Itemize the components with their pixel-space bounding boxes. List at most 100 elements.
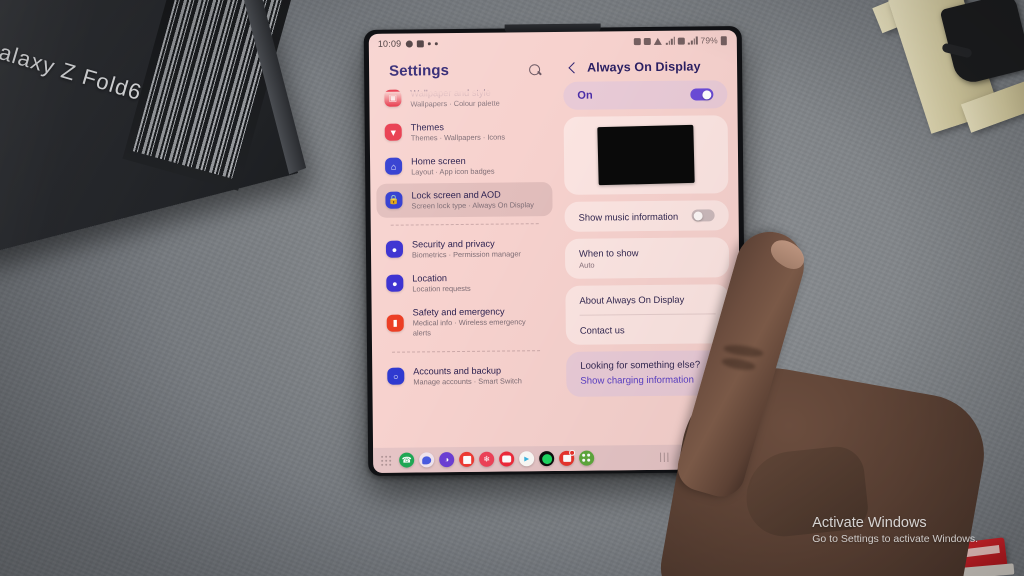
battery-percent: 79% (700, 35, 718, 46)
aod-state-label: On (577, 89, 593, 102)
sidebar-item-themes[interactable]: ▼ Themes Themes · Wallpapers · Icons (376, 114, 552, 150)
sidebar-item-location[interactable]: ● Location Location requests (377, 265, 553, 301)
aod-detail-pane[interactable]: Always On Display On Show music informat… (557, 50, 741, 446)
app-drawer-icon[interactable] (381, 455, 392, 466)
navigation-bar[interactable]: ||| (659, 451, 733, 463)
back-chevron-icon[interactable] (567, 62, 578, 73)
nav-recents-button[interactable]: ||| (659, 452, 670, 463)
looking-for-something-else-card[interactable]: Looking for something else? Show chargin… (566, 350, 731, 397)
shopping-app-icon[interactable] (559, 449, 576, 466)
aod-preview[interactable] (597, 124, 695, 186)
messages-app-icon[interactable] (419, 452, 435, 468)
watermark-subtitle: Go to Settings to activate Windows. (812, 533, 978, 545)
galaxy-fold-device: 10:09 79% Settings ▣ Wallpaper and style… (363, 23, 747, 476)
aod-master-toggle-row[interactable]: On (563, 80, 727, 110)
sidebar-item-security-and-privacy[interactable]: ● Security and privacy Biometrics · Perm… (377, 231, 553, 267)
list-divider (392, 350, 541, 353)
scene: Galaxy Z Fold6 10:09 79% Settings ▣ Wall… (0, 0, 1024, 576)
mute-icon (643, 37, 651, 45)
battery-icon (720, 35, 727, 45)
device-screen[interactable]: 10:09 79% Settings ▣ Wallpaper and style… (368, 30, 742, 473)
wooden-clamp-rig (856, 0, 1024, 154)
sidebar-item-sublabel: Biometrics · Permission manager (411, 249, 521, 260)
detail-header: Always On Display (563, 50, 727, 82)
show-music-information-card[interactable]: Show music information (564, 200, 729, 232)
dot-icon (434, 41, 438, 45)
nav-home-button[interactable] (690, 451, 701, 463)
sidebar-item-sublabel: Location requests (412, 283, 471, 294)
home-screen-icon: ⌂ (385, 157, 403, 175)
sidebar-item-label: Themes (410, 122, 444, 133)
sidebar-item-sublabel: Wallpapers · Colour palette (410, 98, 500, 109)
aod-master-toggle-card[interactable]: On (563, 80, 728, 110)
notification-badge-icon (416, 39, 424, 47)
nav-back-button[interactable] (718, 451, 729, 462)
accounts-icon: ○ (387, 367, 405, 385)
settings-body: Settings ▣ Wallpaper and style Wallpaper… (369, 50, 741, 448)
sidebar-item-label: Wallpaper and style (410, 87, 491, 99)
sidebar-item-sublabel: Layout · App icon badges (411, 166, 495, 177)
aod-preview-card (563, 115, 729, 195)
about-contact-card[interactable]: About Always On Display Contact us (565, 284, 730, 345)
sidebar-item-label: Location (412, 273, 448, 284)
search-icon[interactable] (527, 62, 543, 78)
when-to-show-card[interactable]: When to show Auto (564, 237, 730, 279)
notification-dot-icon (405, 39, 413, 48)
show-charging-information-link[interactable]: Show charging information (566, 374, 730, 397)
when-to-show-label: When to show (578, 247, 639, 259)
calculator-app-icon[interactable] (579, 450, 595, 466)
dock-bar[interactable]: ☎ ◑ ❄ ► ||| (373, 444, 742, 473)
phone-app-icon[interactable]: ☎ (399, 452, 415, 468)
bluetooth-icon (427, 41, 431, 45)
settings-left-pane[interactable]: Settings ▣ Wallpaper and style Wallpaper… (369, 52, 561, 448)
sidebar-item-label: Home screen (411, 155, 466, 167)
notes-app-icon[interactable] (459, 451, 475, 468)
fingernail (766, 234, 810, 275)
play-store-app-icon[interactable]: ► (519, 451, 535, 467)
show-music-information-label: Show music information (578, 210, 679, 223)
watermark-title: Activate Windows (812, 515, 927, 531)
sidebar-item-wallpaper-and-style[interactable]: ▣ Wallpaper and style Wallpapers · Colou… (375, 80, 551, 116)
alarm-icon (633, 37, 641, 45)
about-always-on-display-link[interactable]: About Always On Display (565, 284, 729, 315)
shield-icon: ● (385, 240, 404, 258)
settings-app-icon[interactable]: ❄ (479, 451, 495, 467)
aod-master-toggle[interactable] (690, 88, 714, 101)
youtube-app-icon[interactable] (499, 451, 515, 467)
sim-icon (678, 37, 686, 45)
location-pin-icon: ● (386, 274, 404, 292)
page-title: Settings (389, 62, 450, 80)
sidebar-item-accounts-and-backup[interactable]: ○ Accounts and backup Manage accounts · … (378, 358, 554, 394)
sidebar-item-sublabel: Screen lock type · Always On Display (411, 200, 534, 211)
sidebar-item-sublabel: Medical info · Wireless emergency alerts (412, 317, 526, 338)
wallpaper-icon: ▣ (384, 89, 402, 107)
lock-icon: 🔒 (385, 191, 403, 209)
when-to-show-value: Auto (579, 260, 595, 270)
status-clock: 10:09 (377, 38, 402, 49)
sidebar-item-home-screen[interactable]: ⌂ Home screen Layout · App icon badges (376, 148, 552, 184)
show-music-information-row[interactable]: Show music information (564, 200, 728, 232)
contact-us-link[interactable]: Contact us (566, 314, 730, 345)
status-bar-left: 10:09 (378, 38, 438, 49)
activate-windows-watermark: Activate Windows Go to Settings to activ… (812, 514, 978, 546)
settings-list[interactable]: ▣ Wallpaper and style Wallpapers · Colou… (369, 80, 560, 394)
sidebar-item-sublabel: Manage accounts · Smart Switch (413, 376, 522, 387)
notification-badge (569, 449, 576, 456)
detail-title: Always On Display (587, 59, 701, 75)
sidebar-item-lock-screen-and-aod[interactable]: 🔒 Lock screen and AOD Screen lock type ·… (376, 182, 553, 218)
sidebar-item-label: Security and privacy (411, 238, 495, 250)
spotify-app-icon[interactable] (539, 451, 555, 467)
galaxy-z-fold6-box: Galaxy Z Fold6 (0, 0, 307, 259)
themes-icon: ▼ (384, 123, 402, 141)
wifi-icon (654, 37, 663, 45)
sidebar-item-safety-and-emergency[interactable]: ▮ Safety and emergency Medical info · Wi… (378, 299, 554, 345)
sidebar-item-sublabel: Themes · Wallpapers · Icons (410, 132, 506, 143)
signal-icon (688, 36, 698, 45)
show-music-information-toggle[interactable] (691, 209, 715, 222)
safety-icon: ▮ (386, 314, 404, 332)
when-to-show-row[interactable]: When to show Auto (565, 237, 729, 279)
samsung-internet-app-icon[interactable]: ◑ (439, 452, 455, 468)
status-bar-right: 79% (633, 35, 727, 46)
looking-for-something-else-title: Looking for something else? (580, 359, 701, 372)
list-divider (390, 223, 539, 226)
